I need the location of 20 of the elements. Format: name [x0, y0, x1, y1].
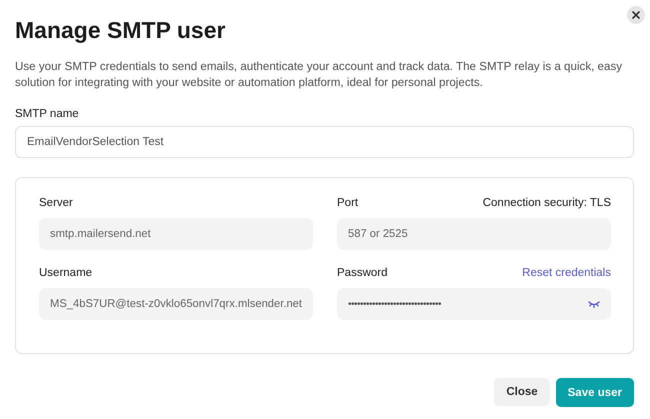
readonly-field[interactable]: 587 or 2525: [337, 218, 611, 250]
close-button[interactable]: Close: [494, 378, 550, 406]
reset-credentials-link[interactable]: Reset credentials: [522, 267, 611, 279]
field-label: Password: [337, 267, 388, 279]
save-button[interactable]: Save user: [556, 378, 634, 407]
readonly-field[interactable]: MS_4bS7UR@test-z0vklo65onvl7qrx.mlsender.net: [39, 288, 313, 320]
field-label: Port: [337, 197, 358, 209]
connection-security: Connection security: TLS: [482, 197, 611, 209]
close-button[interactable]: [627, 6, 645, 24]
smtp-name-field[interactable]: EmailVendorSelection Test: [15, 126, 634, 158]
field-label: SMTP name: [15, 108, 80, 120]
eye-closed-icon[interactable]: [588, 300, 600, 308]
password-value: •••••••••••••••••••••••••••••••: [348, 298, 442, 310]
close-icon: [632, 11, 640, 19]
password-field[interactable]: •••••••••••••••••••••••••••••••: [337, 288, 611, 320]
field-label: Username: [39, 267, 92, 279]
dialog-title: Manage SMTP user: [15, 17, 226, 44]
readonly-field[interactable]: smtp.mailersend.net: [39, 218, 313, 250]
description: Use your SMTP credentials to send emails, authenticate your account and track data. The SMTP relay is a quick, easy solution for integrating with your website or automation platform, ideal for personal projects.: [15, 59, 624, 91]
field-label: Server: [39, 197, 73, 209]
